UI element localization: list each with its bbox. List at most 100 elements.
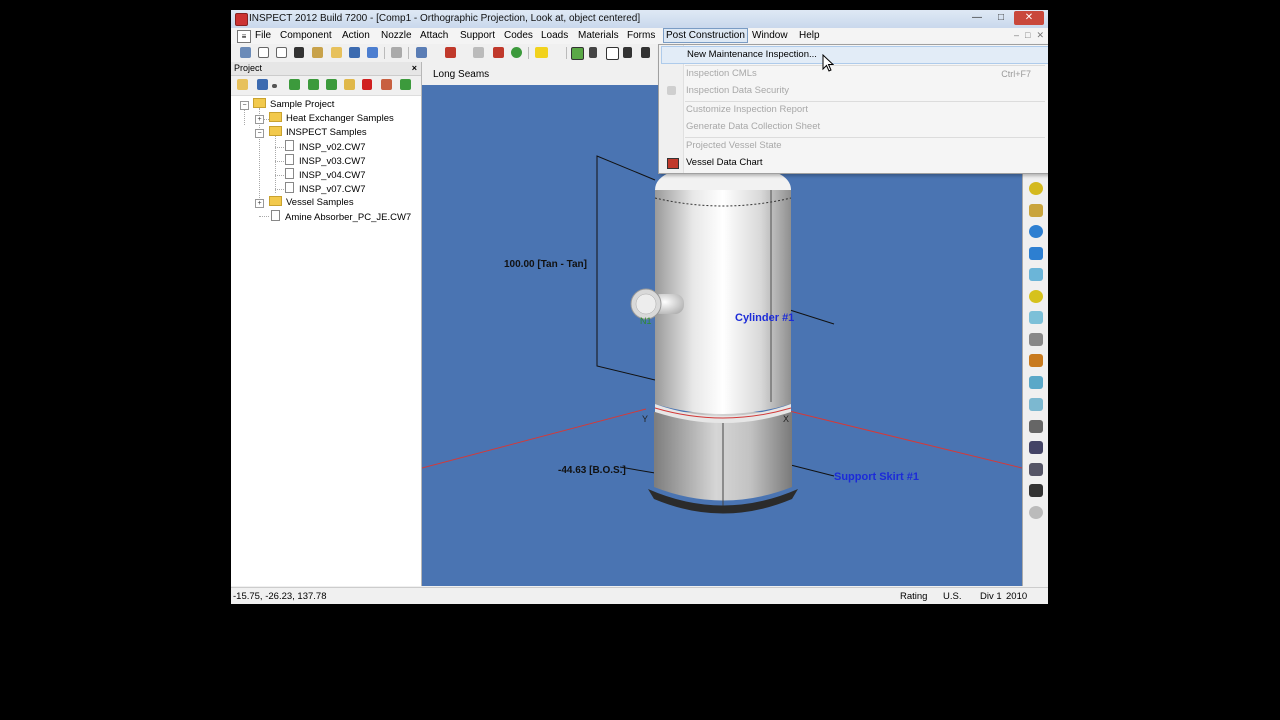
- folder-icon: [269, 112, 282, 122]
- ellipsoidal-head-icon[interactable]: [1029, 182, 1043, 195]
- support-skirt-callout[interactable]: Support Skirt #1: [834, 471, 919, 483]
- menu-item-inspection-data-security[interactable]: Inspection Data Security: [661, 83, 1047, 99]
- import-icon[interactable]: [326, 79, 337, 90]
- tree-node-inspect-samples[interactable]: INSPECT Samples: [269, 126, 367, 138]
- jacket-icon[interactable]: [1029, 376, 1043, 389]
- window-title: INSPECT 2012 Build 7200 - [Comp1 - Ortho…: [249, 13, 641, 24]
- save-all-icon[interactable]: [367, 47, 378, 58]
- menu-item-inspection-cmls[interactable]: Inspection CMLs Ctrl+F7: [661, 66, 1047, 82]
- fit-icon[interactable]: [641, 47, 650, 58]
- menu-post-construction[interactable]: Post Construction: [663, 28, 748, 43]
- app-icon: [235, 13, 248, 26]
- maximize-button[interactable]: □: [990, 11, 1012, 25]
- nozzle-label[interactable]: N1: [640, 316, 652, 326]
- close-panel-icon[interactable]: ×: [412, 63, 417, 73]
- conical-icon[interactable]: [1029, 247, 1043, 260]
- save-project-icon[interactable]: [257, 79, 268, 90]
- properties-icon[interactable]: [344, 79, 355, 90]
- platform-icon[interactable]: [1029, 484, 1043, 497]
- tree-file-insp-v04[interactable]: INSP_v04.CW7: [285, 168, 366, 181]
- y-axis-label: Y: [642, 414, 649, 424]
- tree-file-insp-v02[interactable]: INSP_v02.CW7: [285, 140, 366, 153]
- mdi-minimize-button[interactable]: –: [1014, 30, 1019, 41]
- rotate-icon[interactable]: [571, 47, 584, 60]
- lug-icon[interactable]: [1029, 463, 1043, 476]
- menu-item-vessel-data-chart[interactable]: Vessel Data Chart: [661, 155, 1047, 171]
- dropdown-arrow-icon[interactable]: [272, 84, 277, 88]
- tree-file-insp-v03[interactable]: INSP_v03.CW7: [285, 154, 366, 167]
- add-folder-icon[interactable]: [308, 79, 319, 90]
- saddle-icon[interactable]: [1029, 441, 1043, 454]
- pan-icon[interactable]: [589, 47, 597, 58]
- tree-file-amine-absorber[interactable]: Amine Absorber_PC_JE.CW7: [271, 210, 411, 223]
- ring-icon[interactable]: [1029, 354, 1043, 367]
- open-project-icon[interactable]: [237, 79, 248, 90]
- packing-icon[interactable]: [1029, 506, 1043, 519]
- bos-dimension: -44.63 [B.O.S.]: [558, 465, 626, 476]
- status-mode: Rating: [900, 591, 928, 602]
- menu-component[interactable]: Component: [280, 30, 332, 41]
- tree-node-vessel-samples[interactable]: Vessel Samples: [269, 196, 354, 208]
- zoom-icon[interactable]: [606, 47, 619, 60]
- menu-help[interactable]: Help: [799, 30, 820, 41]
- print-icon[interactable]: [391, 47, 402, 58]
- skirt-palette-icon[interactable]: [1029, 398, 1043, 411]
- open-folder-icon[interactable]: [331, 47, 342, 58]
- menu-item-customize-inspection-report[interactable]: Customize Inspection Report: [661, 102, 1047, 118]
- input-icon[interactable]: [294, 47, 304, 58]
- menu-codes[interactable]: Codes: [504, 30, 533, 41]
- cylinder-palette-icon[interactable]: [1029, 311, 1043, 324]
- application-window: INSPECT 2012 Build 7200 - [Comp1 - Ortho…: [231, 10, 1048, 604]
- menu-attach[interactable]: Attach: [420, 30, 448, 41]
- folder-icon: [253, 98, 266, 108]
- menu-file[interactable]: File: [255, 30, 271, 41]
- body-flange-icon[interactable]: [1029, 333, 1043, 346]
- menu-item-new-maintenance-inspection[interactable]: New Maintenance Inspection...: [661, 46, 1048, 64]
- menu-window[interactable]: Window: [752, 30, 788, 41]
- expand-vessel-samples-icon[interactable]: +: [255, 199, 264, 208]
- cylinder-callout[interactable]: Cylinder #1: [735, 312, 794, 324]
- tree-node-heat-exchanger-samples[interactable]: Heat Exchanger Samples: [269, 112, 394, 124]
- page-1-icon[interactable]: [258, 47, 269, 58]
- tree-file-insp-v07[interactable]: INSP_v07.CW7: [285, 182, 366, 195]
- delete-icon[interactable]: [362, 79, 372, 90]
- menu-nozzle[interactable]: Nozzle: [381, 30, 412, 41]
- project-panel-header: Project ×: [231, 62, 421, 76]
- chart-icon[interactable]: [493, 47, 504, 58]
- torispherical-icon[interactable]: [1029, 268, 1043, 281]
- flange-icon[interactable]: [1029, 204, 1043, 217]
- pdf-icon[interactable]: [445, 47, 456, 58]
- mdi-restore-button[interactable]: □: [1025, 30, 1030, 41]
- mdi-close-button[interactable]: ✕: [1036, 30, 1044, 41]
- menu-loads[interactable]: Loads: [541, 30, 568, 41]
- document-icon[interactable]: ≡: [237, 30, 251, 43]
- add-file-icon[interactable]: [289, 79, 300, 90]
- file-icon: [285, 182, 294, 193]
- calculator-icon[interactable]: [416, 47, 427, 58]
- collapse-inspect-samples-icon[interactable]: −: [255, 129, 264, 138]
- menu-item-generate-data-collection-sheet[interactable]: Generate Data Collection Sheet: [661, 119, 1047, 135]
- expand-heat-exchanger-icon[interactable]: +: [255, 115, 264, 124]
- close-button[interactable]: ✕: [1014, 11, 1044, 25]
- rename-icon[interactable]: [381, 79, 392, 90]
- nozzle-palette-icon[interactable]: [1029, 290, 1043, 303]
- menu-item-projected-vessel-state[interactable]: Projected Vessel State: [661, 138, 1047, 154]
- menu-forms[interactable]: Forms: [627, 30, 655, 41]
- tree-node-sample-project[interactable]: Sample Project: [253, 98, 334, 110]
- menu-action[interactable]: Action: [342, 30, 370, 41]
- run-icon[interactable]: [511, 47, 522, 58]
- menu-materials[interactable]: Materials: [578, 30, 619, 41]
- view-icon[interactable]: [623, 47, 632, 58]
- leg-icon[interactable]: [1029, 420, 1043, 433]
- highlight-icon[interactable]: [535, 47, 548, 58]
- menu-support[interactable]: Support: [460, 30, 495, 41]
- report-icon[interactable]: [473, 47, 484, 58]
- tools-icon[interactable]: [312, 47, 323, 58]
- collapse-root-icon[interactable]: −: [240, 101, 249, 110]
- save-icon[interactable]: [349, 47, 360, 58]
- download-icon[interactable]: [400, 79, 411, 90]
- page-2-icon[interactable]: [276, 47, 287, 58]
- new-component-icon[interactable]: [240, 47, 251, 58]
- minimize-button[interactable]: —: [966, 11, 988, 25]
- spherical-head-icon[interactable]: [1029, 225, 1043, 238]
